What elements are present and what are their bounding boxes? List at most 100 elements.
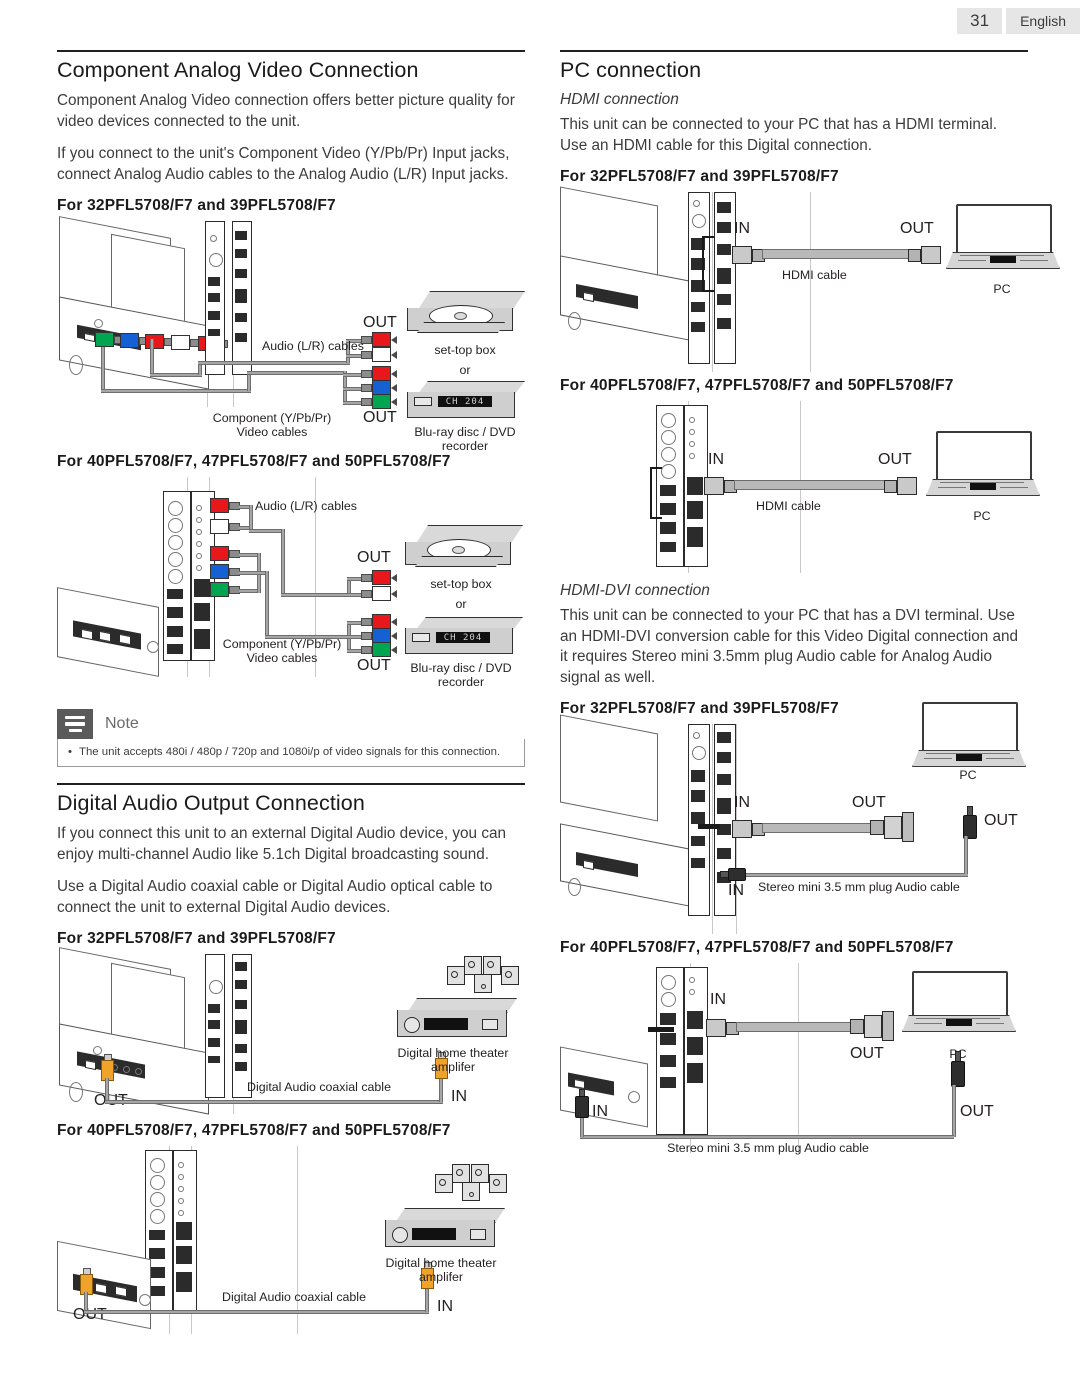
section-divider-1 bbox=[57, 50, 525, 52]
label-stereo-cable: Stereo mini 3.5 mm plug Audio cable bbox=[758, 880, 960, 894]
dvi-port-marker-2 bbox=[648, 1027, 674, 1032]
left-column: Component Analog Video Connection Compon… bbox=[57, 50, 525, 1336]
label-bluray-4: recorder bbox=[437, 675, 485, 689]
label-component-cables-3: Component (Y/Pb/Pr) bbox=[222, 637, 342, 651]
tv-side-panel-2 bbox=[145, 1150, 201, 1326]
label-in-hdmi-2: IN bbox=[708, 451, 724, 468]
section-title-pc-connection: PC connection bbox=[560, 58, 702, 82]
component-cable-segment bbox=[343, 373, 363, 377]
component-cable-segment bbox=[101, 347, 105, 391]
audio-cable-segment bbox=[249, 505, 253, 531]
side-jack bbox=[209, 253, 223, 267]
label-out-audio-jack: OUT bbox=[984, 812, 1018, 829]
set-top-box-device bbox=[407, 291, 525, 339]
label-component-cables-4: Video cables bbox=[246, 651, 318, 665]
label-pc-hdmi-2: PC bbox=[973, 509, 991, 523]
speaker-cluster-2 bbox=[435, 1162, 507, 1204]
label-out-audio: OUT bbox=[363, 314, 397, 331]
diagram-component-32-39: Audio (L/R) cables OUT OUT Component (Y/… bbox=[57, 216, 525, 453]
label-out-dvi-2: OUT bbox=[850, 1045, 884, 1062]
note-text: The unit accepts 480i / 480p / 720p and … bbox=[79, 746, 501, 758]
note-icon bbox=[57, 709, 93, 739]
label-coax-cable-2: Digital Audio coaxial cable bbox=[222, 1290, 366, 1304]
note-box: Note • The unit accepts 480i / 480p / 72… bbox=[57, 709, 525, 767]
label-in-dvi-2: IN bbox=[710, 991, 726, 1008]
section-title-component-video: Component Analog Video Connection bbox=[57, 58, 419, 82]
subwoofer bbox=[474, 974, 492, 993]
label-in-audio-jack-2: IN bbox=[592, 1103, 608, 1120]
label-out-coax-2: OUT bbox=[73, 1306, 107, 1323]
tv-side-port-strip-b bbox=[232, 221, 252, 381]
rca-panel-red-component bbox=[210, 546, 240, 561]
label-out-dvi: OUT bbox=[852, 794, 886, 811]
stereo-mini-plug-pc-2 bbox=[948, 1051, 966, 1091]
label-coax-cable: Digital Audio coaxial cable bbox=[247, 1080, 391, 1094]
label-pc-dvi: PC bbox=[959, 768, 977, 782]
hdmi-connector-tv bbox=[732, 246, 765, 264]
label-set-top-box-2: set-top box bbox=[430, 577, 492, 591]
speaker-front-right-2 bbox=[471, 1164, 489, 1183]
audio-cable-segment bbox=[281, 529, 285, 597]
label-hdmi-cable-2: HDMI cable bbox=[756, 499, 821, 513]
model-heading-40-47-50-audio: For 40PFL5708/F7, 47PFL5708/F7 and 50PFL… bbox=[57, 1122, 451, 1139]
rca-out-red bbox=[361, 332, 397, 347]
audio-cable-segment bbox=[150, 373, 202, 377]
note-body: • The unit accepts 480i / 480p / 720p an… bbox=[57, 739, 525, 767]
hdmi-paragraph: This unit can be connected to your PC th… bbox=[560, 116, 998, 154]
audio-cable-segment bbox=[150, 339, 154, 375]
section-divider-2 bbox=[57, 783, 525, 785]
stereo-cable-segment-2 bbox=[952, 1085, 956, 1137]
model-heading-32-39-audio: For 32PFL5708/F7 and 39PFL5708/F7 bbox=[57, 930, 336, 947]
label-component-cables-1: Component (Y/Pb/Pr) bbox=[212, 411, 332, 425]
pc-laptop-4 bbox=[902, 971, 1016, 1045]
label-in-dvi: IN bbox=[734, 794, 750, 811]
tv-lower-body-3 bbox=[57, 1240, 153, 1338]
hdmi-dvi-cable-run-2 bbox=[736, 1022, 854, 1032]
diagram-digital-audio-32-39: OUT Digital Audio coaxial cable IN bbox=[57, 947, 525, 1122]
rca-out-green-component-2 bbox=[361, 642, 397, 657]
hdmi-cable-run bbox=[762, 249, 912, 259]
manual-page: 31 English Component Analog Video Connec… bbox=[0, 0, 1080, 1397]
stereo-cable-run-2 bbox=[580, 1135, 954, 1139]
rca-out-blue-component-2 bbox=[361, 628, 397, 643]
rca-panel-red bbox=[210, 498, 240, 513]
label-out-hdmi-2: OUT bbox=[878, 451, 912, 468]
diagram-component-40-47-50: Audio (L/R) cables OUT OUT Component (Y/… bbox=[57, 477, 525, 695]
subsection-title-hdmi-dvi: HDMI-DVI connection bbox=[560, 582, 710, 599]
hdmi-dvi-paragraph: This unit can be connected to your PC th… bbox=[560, 607, 1019, 686]
component-cable-segment bbox=[343, 387, 363, 391]
component-cable-segment bbox=[265, 571, 269, 639]
pc-laptop-3 bbox=[912, 702, 1026, 798]
tv-side-panel-4 bbox=[656, 967, 712, 1143]
guide-line bbox=[297, 1146, 298, 1334]
note-label: Note bbox=[105, 715, 139, 732]
model-heading-40-47-50-hdmi: For 40PFL5708/F7, 47PFL5708/F7 and 50PFL… bbox=[560, 377, 954, 394]
page-number: 31 bbox=[957, 8, 1003, 34]
speaker-right bbox=[501, 966, 519, 985]
audio-cable-run bbox=[198, 361, 350, 365]
label-amp-1: Digital home theater bbox=[397, 1046, 509, 1060]
side-screw bbox=[210, 235, 217, 242]
stereo-cable-segment bbox=[964, 836, 968, 874]
tv-stand-hole bbox=[69, 355, 83, 375]
stereo-mini-plug-tv bbox=[720, 866, 746, 882]
hdmi-dvi-cable-run bbox=[762, 823, 874, 833]
section2-paragraph-1: If you connect this unit to an external … bbox=[57, 825, 506, 863]
bluray-recorder-device-2: CH 204 bbox=[405, 617, 523, 659]
component-cable-run bbox=[101, 389, 251, 393]
tv-side-panel bbox=[163, 491, 219, 667]
tv-lower-body-2 bbox=[57, 587, 167, 687]
label-in-amp-2: IN bbox=[437, 1298, 453, 1315]
speaker-front-left bbox=[464, 956, 482, 975]
rca-panel-blue-component bbox=[210, 564, 240, 579]
label-stereo-cable-2: Stereo mini 3.5 mm plug Audio cable bbox=[667, 1141, 869, 1155]
section1-paragraph-1: Component Analog Video connection offers… bbox=[57, 92, 515, 130]
label-amp-2: amplifer bbox=[430, 1060, 476, 1074]
label-audio-cables: Audio (L/R) cables bbox=[262, 339, 364, 353]
label-out-audio-2: OUT bbox=[357, 549, 391, 566]
label-out-component: OUT bbox=[363, 409, 397, 426]
speaker-left bbox=[447, 966, 465, 985]
language-label: English bbox=[1006, 8, 1080, 34]
tv-side-port-strip-c bbox=[205, 954, 225, 1104]
hdmi-cable-run-2 bbox=[734, 480, 888, 490]
